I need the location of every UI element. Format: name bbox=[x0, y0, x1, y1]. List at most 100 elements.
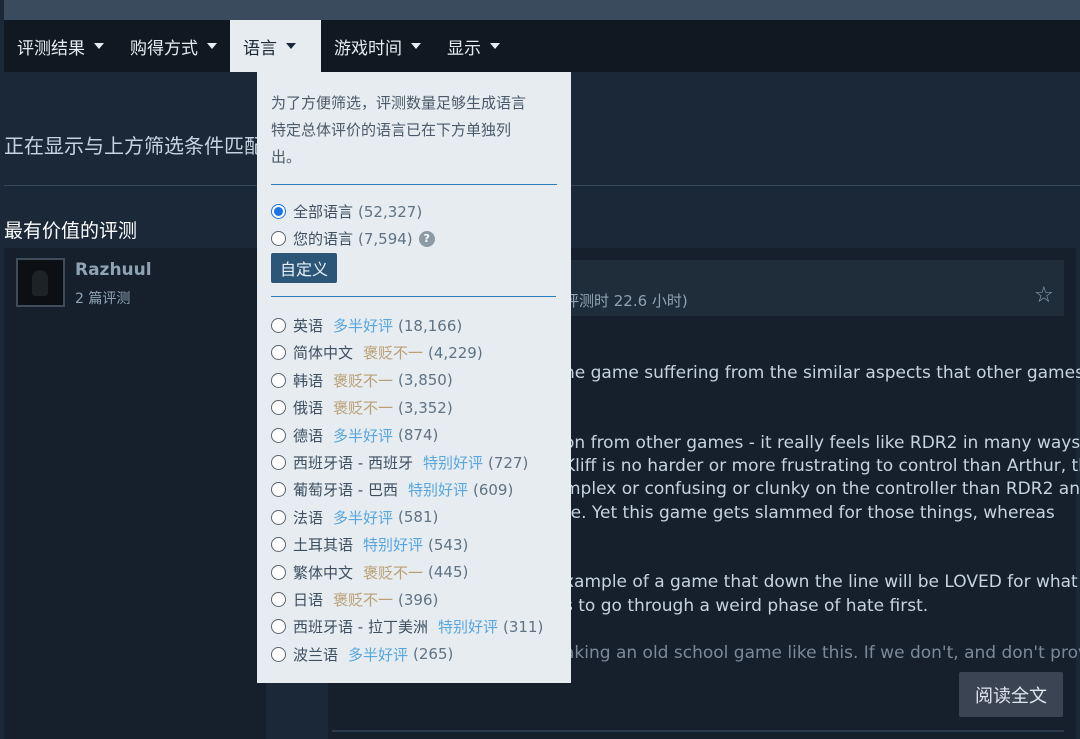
customize-button[interactable]: 自定义 bbox=[271, 253, 337, 283]
language-dropdown: 为了方便筛选，评测数量足够生成语言 特定总体评价的语言已在下方单独列 出。 全部… bbox=[257, 72, 571, 683]
section-title: 最有价值的评测 bbox=[4, 220, 138, 242]
radio-button[interactable] bbox=[271, 455, 286, 470]
review-text-line: re. Yet this game gets slammed for those… bbox=[564, 503, 1055, 523]
radio-button[interactable] bbox=[271, 482, 286, 498]
review-text-line: mplex or confusing or clunky on the cont… bbox=[564, 479, 1080, 499]
intro-line: 为了方便筛选，评测数量足够生成语言 bbox=[271, 94, 527, 112]
dropdown-divider bbox=[271, 184, 557, 185]
review-text-line: he game suffering from the similar aspec… bbox=[564, 363, 1080, 383]
review-text-line: xample of a game that down the line will… bbox=[564, 572, 1080, 592]
radio-button[interactable] bbox=[271, 509, 286, 525]
language-label: 俄语 bbox=[293, 399, 324, 418]
radio-language-option[interactable]: 西班牙语 - 拉丁美洲 特别好评 (311) bbox=[271, 616, 543, 637]
rating-label: 特别好评 bbox=[422, 454, 483, 472]
rating-label: 褒贬不一 bbox=[363, 344, 424, 363]
rating-label: 多半好评 bbox=[333, 317, 394, 335]
review-author-panel: Razhuul 2 篇评测 bbox=[4, 248, 266, 739]
radio-button[interactable] bbox=[271, 646, 286, 662]
language-label: 英语 bbox=[293, 317, 324, 335]
star-icon[interactable]: ☆ bbox=[1034, 284, 1058, 308]
review-count: (265) bbox=[413, 645, 454, 664]
radio-language-option[interactable]: 俄语 褒贬不一 (3,352) bbox=[271, 397, 453, 418]
radio-button[interactable] bbox=[271, 619, 286, 635]
rating-label: 特别好评 bbox=[407, 481, 468, 500]
radio-button[interactable] bbox=[271, 592, 286, 607]
filter-review-type[interactable]: 评测结果 bbox=[4, 20, 117, 72]
review-count: (396) bbox=[398, 590, 439, 609]
radio-button[interactable] bbox=[271, 372, 286, 388]
chevron-down-icon bbox=[207, 43, 217, 49]
filter-language[interactable]: 语言 bbox=[230, 20, 321, 72]
read-more-button[interactable]: 阅读全文 bbox=[959, 672, 1063, 717]
intro-line: 特定总体评价的语言已在下方单独列 bbox=[271, 121, 512, 139]
language-label: 法语 bbox=[293, 508, 324, 527]
review-count: (3,352) bbox=[398, 398, 453, 417]
filter-display[interactable]: 显示 bbox=[434, 20, 513, 72]
review-count: (4,229) bbox=[428, 343, 483, 362]
rating-label: 褒贬不一 bbox=[333, 591, 394, 609]
filter-notice: 正在显示与上方筛选条件匹配 bbox=[4, 134, 264, 158]
radio-language-option[interactable]: 繁体中文 褒贬不一 (445) bbox=[271, 562, 468, 583]
filter-purchase-type[interactable]: 购得方式 bbox=[117, 20, 230, 72]
radio-button[interactable] bbox=[271, 564, 286, 580]
language-label: 您的语言 bbox=[293, 230, 354, 248]
radio-language-option[interactable]: 简体中文 褒贬不一 (4,229) bbox=[271, 342, 483, 363]
radio-button[interactable] bbox=[271, 537, 286, 553]
radio-language-option[interactable]: 西班牙语 - 西班牙 特别好评 (727) bbox=[271, 452, 528, 473]
radio-your-languages[interactable]: 您的语言 (7,594) ? bbox=[271, 228, 435, 249]
review-count: (52,327) bbox=[358, 202, 423, 221]
rating-label: 褒贬不一 bbox=[363, 563, 424, 582]
review-count: (874) bbox=[398, 426, 439, 445]
radio-all-languages[interactable]: 全部语言 (52,327) bbox=[271, 201, 422, 222]
review-count: (445) bbox=[428, 563, 469, 582]
radio-button[interactable] bbox=[271, 231, 286, 246]
avatar[interactable] bbox=[16, 258, 65, 307]
help-icon[interactable]: ? bbox=[418, 230, 435, 247]
language-label: 日语 bbox=[293, 591, 324, 609]
intro-line: 出。 bbox=[271, 148, 302, 166]
rating-label: 多半好评 bbox=[333, 508, 394, 527]
radio-language-option[interactable]: 土耳其语 特别好评 (543) bbox=[271, 534, 468, 555]
radio-button[interactable] bbox=[271, 318, 286, 333]
review-count: (311) bbox=[502, 617, 544, 636]
radio-button[interactable] bbox=[271, 345, 286, 361]
filter-label: 评测结果 bbox=[17, 38, 85, 59]
review-bottom-rule bbox=[332, 730, 1064, 732]
language-label: 韩语 bbox=[293, 371, 324, 390]
rating-label: 褒贬不一 bbox=[333, 371, 394, 390]
review-text-line: Kliff is no harder or more frustrating t… bbox=[564, 456, 1080, 476]
rating-label: 多半好评 bbox=[333, 426, 394, 445]
radio-language-option[interactable]: 德语 多半好评 (874) bbox=[271, 425, 438, 446]
review-count: (7,594) bbox=[358, 229, 413, 248]
rating-label: 特别好评 bbox=[363, 536, 424, 555]
filter-playtime[interactable]: 游戏时间 bbox=[321, 20, 434, 72]
author-name[interactable]: Razhuul bbox=[75, 260, 152, 280]
filter-label: 购得方式 bbox=[130, 38, 198, 59]
language-label: 土耳其语 bbox=[293, 536, 354, 555]
radio-language-option[interactable]: 韩语 褒贬不一 (3,850) bbox=[271, 370, 453, 391]
radio-language-option[interactable]: 英语 多半好评 (18,166) bbox=[271, 315, 462, 336]
language-label: 波兰语 bbox=[293, 645, 339, 664]
playtime-text: 评测时 22.6 小时) bbox=[564, 292, 688, 310]
review-count: (543) bbox=[428, 535, 469, 554]
radio-button[interactable] bbox=[271, 400, 286, 416]
language-label: 西班牙语 - 拉丁美洲 bbox=[293, 618, 428, 637]
radio-button[interactable] bbox=[271, 427, 286, 443]
radio-button-checked[interactable] bbox=[271, 204, 286, 219]
chevron-down-icon bbox=[490, 43, 500, 49]
review-filter-bar: 评测结果 购得方式 语言 游戏时间 显示 bbox=[4, 20, 1080, 72]
chevron-down-icon bbox=[94, 43, 104, 49]
radio-language-option[interactable]: 葡萄牙语 - 巴西 特别好评 (609) bbox=[271, 479, 513, 500]
radio-language-option[interactable]: 法语 多半好评 (581) bbox=[271, 507, 438, 528]
rating-label: 特别好评 bbox=[437, 618, 498, 637]
radio-language-option[interactable]: 波兰语 多半好评 (265) bbox=[271, 644, 453, 665]
language-label: 德语 bbox=[293, 426, 324, 445]
top-strip bbox=[4, 0, 1080, 20]
language-label: 简体中文 bbox=[293, 344, 354, 363]
author-review-count[interactable]: 2 篇评测 bbox=[75, 288, 130, 308]
dropdown-intro: 为了方便筛选，评测数量足够生成语言 特定总体评价的语言已在下方单独列 出。 bbox=[271, 90, 557, 171]
chevron-down-icon bbox=[411, 43, 421, 49]
filter-label: 游戏时间 bbox=[334, 38, 402, 59]
radio-language-option[interactable]: 日语 褒贬不一 (396) bbox=[271, 589, 438, 610]
language-label: 西班牙语 - 西班牙 bbox=[293, 454, 413, 472]
